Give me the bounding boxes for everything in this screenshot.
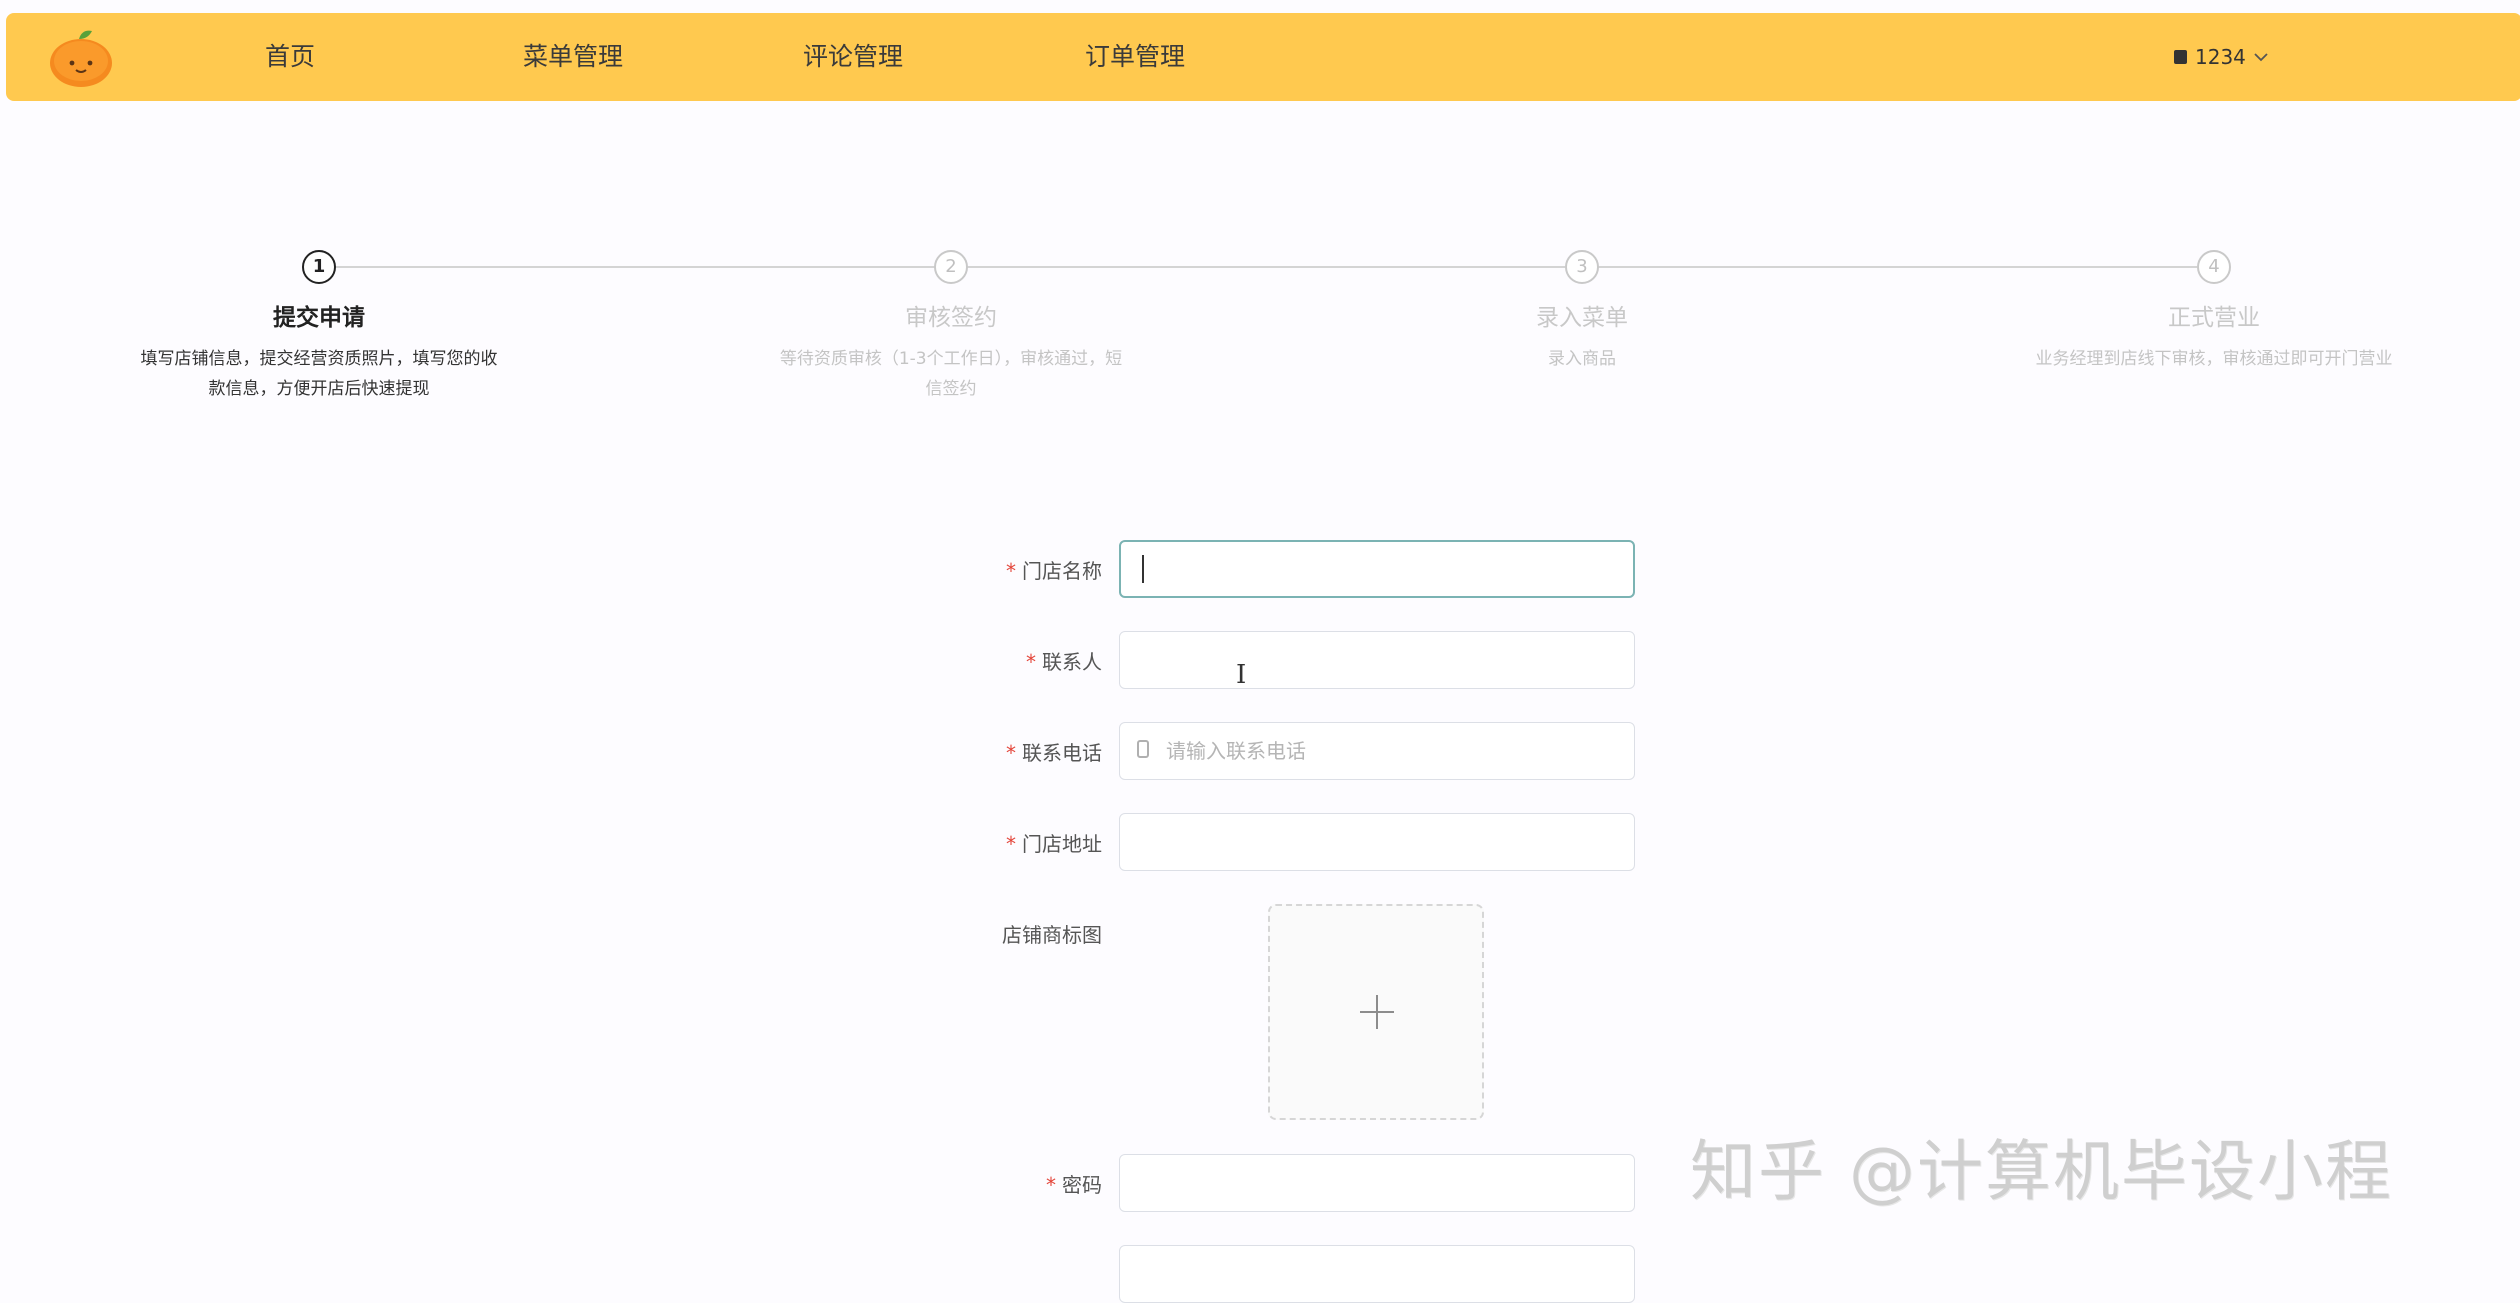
step-desc-line: 填写店铺信息，提交经营资质照片，填写您的收 [140, 349, 498, 369]
step-number: 4 [2197, 250, 2231, 284]
phone-label: * 联系电话 [902, 737, 1102, 766]
user-icon [2174, 49, 2187, 64]
orange-logo-icon[interactable] [46, 27, 116, 89]
logo-upload-button[interactable] [1268, 904, 1484, 1120]
step-description: 等待资质审核（1-3个工作日），审核通过，短 信签约 [761, 344, 1141, 404]
nav-order-management[interactable]: 订单管理 [1085, 13, 1185, 101]
text-caret [1142, 555, 1144, 583]
step-number: 1 [302, 250, 336, 284]
store-name-input[interactable] [1119, 540, 1635, 598]
plus-icon [1376, 995, 1378, 1029]
label-text: 门店地址 [1022, 832, 1102, 856]
nav-review-management[interactable]: 评论管理 [803, 13, 903, 101]
user-menu[interactable]: 1234 [2174, 13, 2268, 101]
password-input[interactable] [1119, 1154, 1635, 1212]
store-logo-label: 店铺商标图 [1002, 923, 1102, 947]
step-title: 正式营业 [2168, 305, 2260, 331]
required-mark: * [1006, 832, 1016, 856]
step-open-business: 4 正式营业 业务经理到店线下审核，审核通过即可开门营业 [2024, 250, 2404, 374]
phone-icon [1137, 740, 1149, 758]
step-desc-line: 信签约 [925, 379, 977, 399]
step-description: 录入商品 [1392, 344, 1772, 374]
required-mark: * [1046, 1173, 1056, 1197]
step-submit-application: 1 提交申请 填写店铺信息，提交经营资质照片，填写您的收 款信息，方便开店后快速… [129, 250, 509, 404]
step-desc-line: 录入商品 [1548, 349, 1616, 369]
password-label: * 密码 [902, 1169, 1102, 1198]
step-desc-line: 款信息，方便开店后快速提现 [208, 379, 430, 399]
step-review-sign: 2 审核签约 等待资质审核（1-3个工作日），审核通过，短 信签约 [761, 250, 1141, 404]
step-number: 2 [934, 250, 968, 284]
step-enter-menu: 3 录入菜单 录入商品 [1392, 250, 1772, 374]
ibeam-cursor-icon: I [1236, 660, 1247, 690]
nav-menu-management[interactable]: 菜单管理 [523, 13, 623, 101]
phone-input[interactable] [1119, 722, 1635, 780]
required-mark: * [1006, 559, 1016, 583]
store-name-label: * 门店名称 [902, 555, 1102, 584]
label-text: 联系电话 [1022, 741, 1102, 765]
address-label: * 门店地址 [902, 828, 1102, 857]
step-description: 业务经理到店线下审核，审核通过即可开门营业 [2014, 344, 2414, 374]
step-title: 录入菜单 [1536, 305, 1628, 331]
step-description: 填写店铺信息，提交经营资质照片，填写您的收 款信息，方便开店后快速提现 [129, 344, 509, 404]
step-desc-line: 等待资质审核（1-3个工作日），审核通过，短 [779, 349, 1123, 369]
address-input[interactable] [1119, 813, 1635, 871]
label-text: 密码 [1062, 1173, 1102, 1197]
user-name: 1234 [2195, 45, 2246, 69]
label-text: 联系人 [1042, 650, 1102, 674]
chevron-down-icon [2254, 52, 2268, 61]
contact-input[interactable] [1119, 631, 1635, 689]
required-mark: * [1006, 741, 1016, 765]
step-title: 审核签约 [905, 305, 997, 331]
required-mark: * [1026, 650, 1036, 674]
step-number: 3 [1565, 250, 1599, 284]
label-text: 门店名称 [1022, 559, 1102, 583]
step-title: 提交申请 [273, 305, 365, 331]
step-desc-line: 业务经理到店线下审核，审核通过即可开门营业 [2035, 349, 2393, 369]
contact-label: * 联系人 [902, 646, 1102, 675]
top-navbar: 首页 菜单管理 评论管理 订单管理 1234 [6, 13, 2520, 101]
nav-home[interactable]: 首页 [265, 13, 315, 101]
next-field-input[interactable] [1119, 1245, 1635, 1303]
watermark: 知乎 @计算机毕设小程 [1690, 1133, 2393, 1210]
